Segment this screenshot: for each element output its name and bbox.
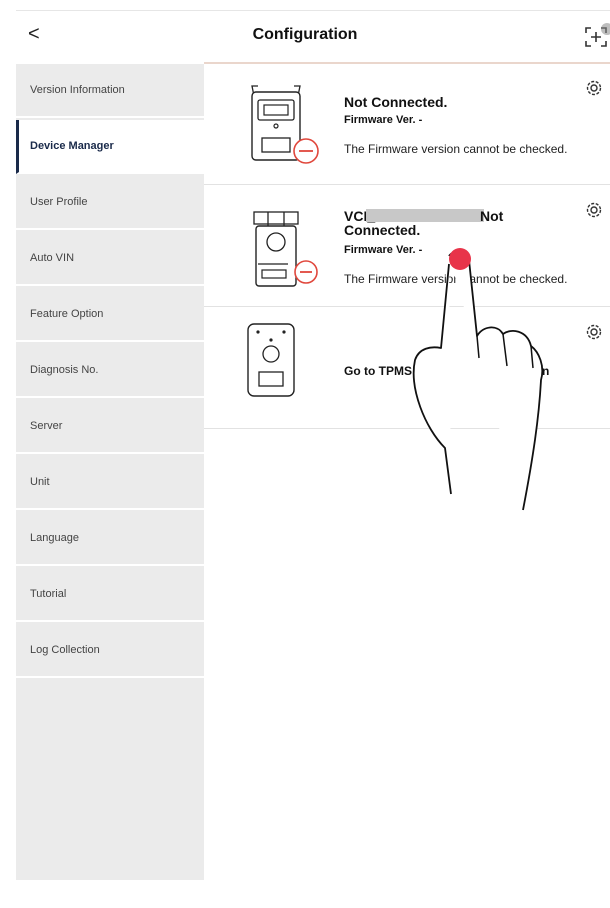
sidebar: Version Information Device Manager User … bbox=[16, 64, 204, 880]
sidebar-item-label: Diagnosis No. bbox=[30, 364, 99, 376]
sidebar-item-auto-vin[interactable]: Auto VIN bbox=[16, 232, 204, 286]
sidebar-item-server[interactable]: Server bbox=[16, 400, 204, 454]
tap-gesture-hand-icon bbox=[412, 248, 544, 511]
sidebar-item-device-manager[interactable]: Device Manager bbox=[16, 120, 204, 174]
page-title: Configuration bbox=[252, 26, 358, 43]
sidebar-filler bbox=[16, 680, 204, 880]
sidebar-item-label: Version Information bbox=[30, 84, 125, 96]
firmware-message: The Firmware version cannot be checked. bbox=[344, 142, 568, 156]
sidebar-item-label: Language bbox=[30, 532, 79, 544]
scan-add-icon[interactable] bbox=[582, 23, 610, 51]
sidebar-item-user-profile[interactable]: User Profile bbox=[16, 176, 204, 230]
sidebar-item-label: Tutorial bbox=[30, 588, 67, 600]
sidebar-item-label: Feature Option bbox=[30, 308, 104, 320]
gear-icon[interactable] bbox=[584, 322, 604, 342]
device-status: Not Connected. bbox=[344, 94, 448, 110]
app-header: < Configuration bbox=[0, 11, 610, 61]
tpms-device-icon bbox=[247, 323, 295, 397]
gear-icon[interactable] bbox=[584, 78, 604, 98]
vci-pro-device-disconnected-icon bbox=[253, 211, 318, 287]
sidebar-item-label: Auto VIN bbox=[30, 252, 75, 264]
sidebar-item-label: Device Manager bbox=[30, 140, 114, 152]
firmware-version: Firmware Ver. - bbox=[344, 114, 423, 126]
sidebar-item-tutorial[interactable]: Tutorial bbox=[16, 568, 204, 622]
device-status-line2: Connected. bbox=[344, 222, 421, 238]
sidebar-item-unit[interactable]: Unit bbox=[16, 456, 204, 510]
device-status: Not bbox=[480, 208, 504, 224]
vci-device-disconnected-icon bbox=[251, 85, 319, 164]
sidebar-item-language[interactable]: Language bbox=[16, 512, 204, 566]
sidebar-item-log-collection[interactable]: Log Collection bbox=[16, 624, 204, 678]
sidebar-item-version-information[interactable]: Version Information bbox=[16, 64, 204, 118]
gear-icon[interactable] bbox=[584, 200, 604, 220]
sidebar-item-label: User Profile bbox=[30, 196, 88, 208]
sidebar-item-diagnosis-no[interactable]: Diagnosis No. bbox=[16, 344, 204, 398]
sidebar-item-feature-option[interactable]: Feature Option bbox=[16, 288, 204, 342]
tpms-link[interactable]: Go to TPMS bbox=[344, 364, 412, 378]
sidebar-item-label: Log Collection bbox=[30, 644, 100, 656]
device-card[interactable]: Not Connected. Firmware Ver. - The Firmw… bbox=[204, 64, 610, 185]
sidebar-item-label: Server bbox=[30, 420, 63, 432]
redacted-serial bbox=[366, 209, 484, 222]
sidebar-item-label: Unit bbox=[30, 476, 50, 488]
